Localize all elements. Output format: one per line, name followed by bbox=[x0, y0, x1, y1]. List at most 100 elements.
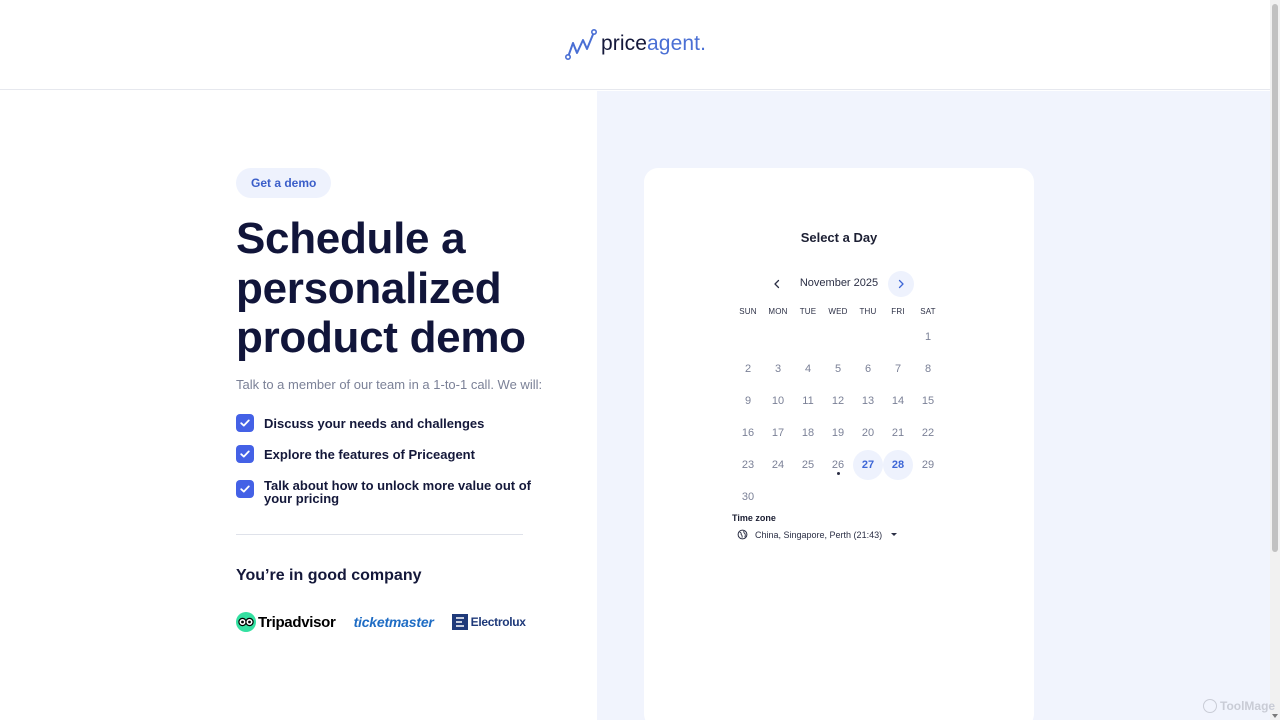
calendar-day: 12 bbox=[823, 385, 853, 417]
calendar-day: 22 bbox=[913, 417, 943, 449]
calendar-day: 30 bbox=[733, 481, 763, 513]
watermark-text: ToolMage bbox=[1220, 699, 1276, 713]
calendar-day: 18 bbox=[793, 417, 823, 449]
calendar-day-number: 11 bbox=[802, 395, 814, 407]
calendar-empty-cell bbox=[883, 321, 913, 353]
calendar-day-number: 30 bbox=[741, 491, 755, 503]
calendar-empty-cell bbox=[763, 321, 793, 353]
calendar-day: 13 bbox=[853, 385, 883, 417]
logo-wordmark: priceagent. bbox=[601, 32, 706, 56]
calendar-day: 20 bbox=[853, 417, 883, 449]
calendar-day-number: 6 bbox=[864, 363, 872, 375]
watermark-logo-icon bbox=[1203, 699, 1217, 713]
calendar-day-number: 13 bbox=[861, 395, 875, 407]
logo-wordmark-part2: agent. bbox=[647, 32, 707, 55]
calendar-day-number: 2 bbox=[744, 363, 752, 375]
benefit-item: Discuss your needs and challenges bbox=[236, 414, 536, 432]
logo-mark-icon bbox=[565, 28, 597, 60]
timezone-label: Time zone bbox=[732, 513, 776, 523]
weekday-header: SUN bbox=[739, 307, 757, 316]
calendar-day-number: 1 bbox=[924, 331, 932, 343]
calendar-day-number: 7 bbox=[894, 363, 902, 375]
site-header: priceagent. bbox=[0, 0, 1270, 90]
calendar-day-available[interactable]: 28 bbox=[883, 449, 913, 481]
tripadvisor-logo: Tripadvisor bbox=[236, 612, 336, 632]
calendar-day-number: 21 bbox=[891, 427, 905, 439]
calendar-grid: SUN MON TUE WED THU FRI SAT 1 2 3 4 5 6 7 8 9 10 11 12 13 14… bbox=[733, 307, 943, 513]
calendar-day: 25 bbox=[793, 449, 823, 481]
calendar-title: Select a Day bbox=[800, 230, 878, 245]
benefit-text: Explore the features of Priceagent bbox=[264, 447, 475, 462]
calendar-day-number: 12 bbox=[831, 395, 845, 407]
calendar-day-number: 14 bbox=[891, 395, 905, 407]
calendar-day-number: 17 bbox=[771, 427, 785, 439]
scheduler-card: Select a Day November 2025 SUN MON TUE WED T… bbox=[644, 168, 1034, 720]
calendar-day-number: 29 bbox=[921, 459, 935, 471]
today-indicator-dot bbox=[837, 472, 840, 475]
page-title: Schedule a personalized product demo bbox=[236, 214, 526, 362]
calendar-day-number: 4 bbox=[804, 363, 812, 375]
toolmage-watermark: ToolMage bbox=[1203, 699, 1275, 713]
current-month-label: November 2025 bbox=[799, 277, 879, 289]
calendar-day-number: 22 bbox=[921, 427, 935, 439]
calendar-day-number: 3 bbox=[774, 363, 782, 375]
calendar-day-number: 9 bbox=[744, 395, 752, 407]
next-month-button[interactable] bbox=[888, 271, 914, 297]
tripadvisor-wordmark: Tripadvisor bbox=[258, 613, 336, 631]
calendar-day: 7 bbox=[883, 353, 913, 385]
priceagent-logo[interactable]: priceagent. bbox=[565, 28, 706, 60]
calendar-day-number: 15 bbox=[921, 395, 935, 407]
benefit-text: Talk about how to unlock more value out … bbox=[264, 478, 531, 506]
benefit-text: Discuss your needs and challenges bbox=[264, 416, 485, 431]
calendar-day: 24 bbox=[763, 449, 793, 481]
calendar-day-number: 24 bbox=[771, 459, 785, 471]
calendar-day: 6 bbox=[853, 353, 883, 385]
calendar-day: 16 bbox=[733, 417, 763, 449]
calendar-day: 17 bbox=[763, 417, 793, 449]
month-navigation: November 2025 bbox=[764, 271, 914, 297]
calendar-day: 26 bbox=[823, 449, 853, 481]
globe-icon bbox=[737, 529, 748, 540]
calendar-empty-cell bbox=[793, 321, 823, 353]
scroll-down-arrow-icon[interactable] bbox=[1272, 714, 1278, 718]
electrolux-mark-icon bbox=[451, 614, 468, 630]
electrolux-wordmark: Electrolux bbox=[470, 615, 526, 629]
calendar-day: 23 bbox=[733, 449, 763, 481]
customer-logos: Tripadvisor ticketmaster Electrolux bbox=[236, 612, 526, 632]
calendar-day-number: 28 bbox=[891, 459, 905, 471]
calendar-day-number: 27 bbox=[861, 459, 875, 471]
calendar-day-number: 20 bbox=[861, 427, 875, 439]
calendar-day: 19 bbox=[823, 417, 853, 449]
benefit-item: Talk about how to unlock more value out … bbox=[236, 476, 536, 505]
checkmark-icon bbox=[236, 414, 254, 432]
benefits-list: Discuss your needs and challenges Explor… bbox=[236, 414, 536, 518]
calendar-day: 10 bbox=[763, 385, 793, 417]
checkmark-icon bbox=[236, 445, 254, 463]
weekday-header: WED bbox=[828, 307, 848, 316]
calendar-empty-cell bbox=[823, 321, 853, 353]
calendar-empty-cell bbox=[733, 321, 763, 353]
calendar-day: 9 bbox=[733, 385, 763, 417]
calendar-day: 5 bbox=[823, 353, 853, 385]
calendar-day: 8 bbox=[913, 353, 943, 385]
weekday-header: TUE bbox=[799, 307, 817, 316]
chevron-left-icon bbox=[774, 279, 780, 289]
checkmark-icon bbox=[236, 480, 254, 498]
previous-month-button[interactable] bbox=[764, 271, 790, 297]
electrolux-logo: Electrolux bbox=[451, 614, 526, 630]
scrollbar-thumb[interactable] bbox=[1272, 4, 1278, 552]
ticketmaster-logo: ticketmaster bbox=[353, 614, 434, 630]
page-scrollbar[interactable] bbox=[1270, 0, 1280, 720]
calendar-day-number: 5 bbox=[834, 363, 842, 375]
tripadvisor-owl-icon bbox=[236, 612, 256, 632]
timezone-select[interactable]: China, Singapore, Perth (21:43) bbox=[737, 529, 898, 540]
calendar-day-number: 19 bbox=[831, 427, 845, 439]
section-divider bbox=[236, 534, 523, 535]
logo-wordmark-part1: price bbox=[601, 32, 648, 55]
calendar-day: 1 bbox=[913, 321, 943, 353]
calendar-day-number: 25 bbox=[801, 459, 815, 471]
calendar-day-available[interactable]: 27 bbox=[853, 449, 883, 481]
calendar-day-number: 10 bbox=[771, 395, 785, 407]
caret-down-icon bbox=[891, 533, 898, 536]
calendar-day: 2 bbox=[733, 353, 763, 385]
